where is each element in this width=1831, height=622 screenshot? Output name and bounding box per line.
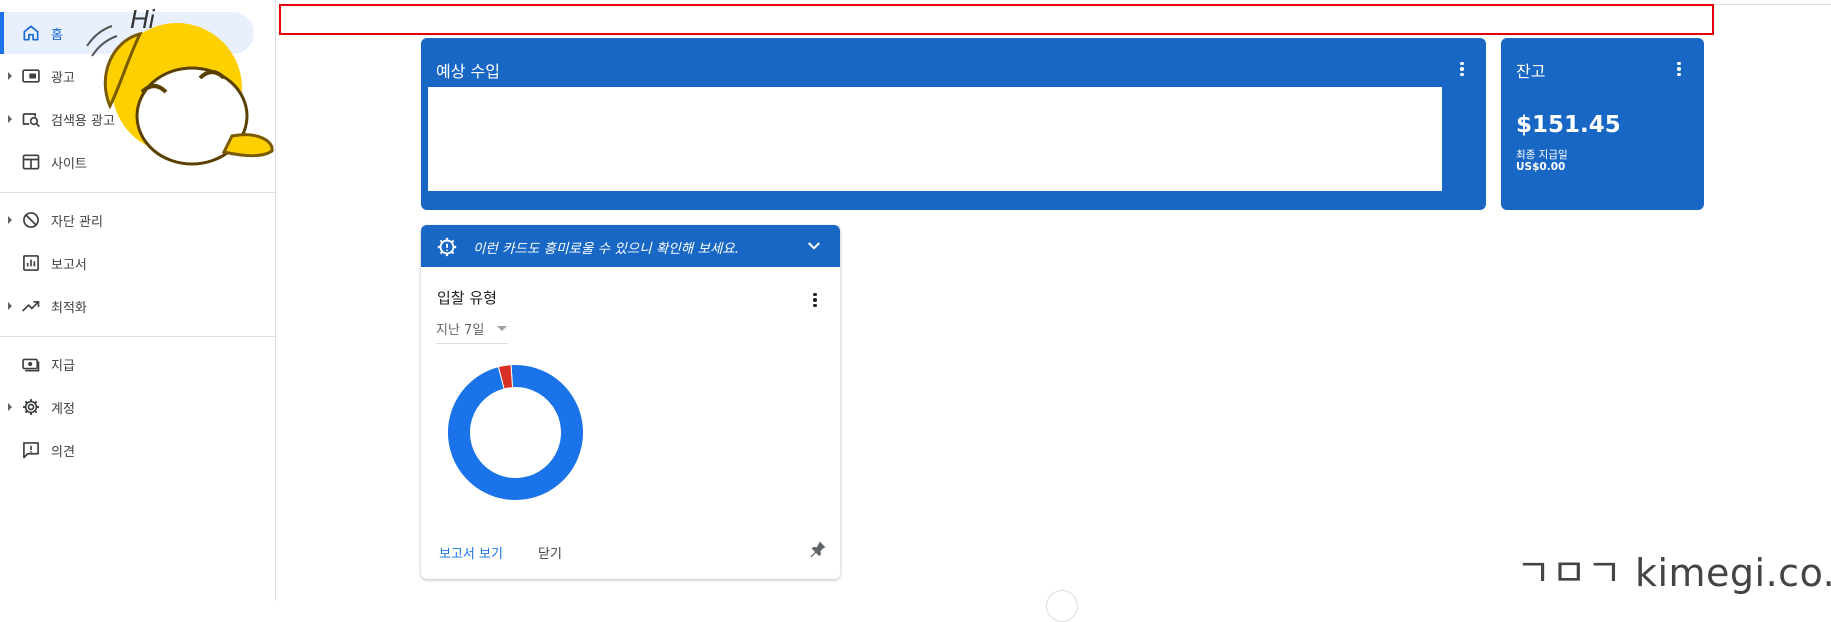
sidebar-item-sites[interactable]: 사이트 bbox=[0, 141, 260, 183]
last-payment-value: US$0.00 bbox=[1516, 161, 1566, 173]
sidebar-item-ads[interactable]: 광고 bbox=[0, 55, 260, 97]
recommendation-banner[interactable]: 이런 카드도 흥미로울 수 있으니 확인해 보세요. bbox=[421, 225, 840, 267]
sidebar-item-label: 홈 bbox=[51, 27, 63, 43]
sidebar-item-label: 계정 bbox=[51, 401, 75, 417]
sidebar-item-optimization[interactable]: 최적화 bbox=[0, 285, 260, 327]
expand-arrow-icon bbox=[8, 302, 12, 310]
bid-type-title: 입찰 유형 bbox=[437, 289, 497, 307]
balance-card-title: 잔고 bbox=[1516, 62, 1546, 81]
donut-slice-0[interactable] bbox=[447, 364, 584, 501]
expand-arrow-icon bbox=[8, 216, 12, 224]
feedback-icon bbox=[20, 439, 42, 461]
sidebar: 홈 광고 검색용 광고 사이트 자단 관리 보고서 최적화 지급 계정 의견 bbox=[0, 0, 276, 601]
balance-amount: $151.45 bbox=[1516, 112, 1621, 138]
last-payment-label: 최종 지급일 bbox=[1516, 149, 1568, 161]
earnings-card: 예상 수입 bbox=[421, 38, 1486, 210]
ads-icon bbox=[20, 65, 42, 87]
sites-icon bbox=[20, 151, 42, 173]
more-vert-icon[interactable] bbox=[805, 290, 825, 310]
period-value: 지난 7일 bbox=[436, 323, 485, 338]
expand-arrow-icon bbox=[8, 72, 12, 80]
divider bbox=[0, 192, 276, 193]
reports-icon bbox=[20, 252, 42, 274]
chevron-down-icon[interactable] bbox=[805, 237, 823, 255]
payments-icon bbox=[20, 353, 42, 375]
sidebar-item-reports[interactable]: 보고서 bbox=[0, 242, 260, 284]
sidebar-item-label: 의견 bbox=[51, 444, 75, 460]
lightbulb-gear-icon bbox=[437, 237, 457, 257]
sidebar-item-payments[interactable]: 지급 bbox=[0, 343, 260, 385]
sidebar-item-label: 지급 bbox=[51, 358, 75, 374]
trending-up-icon bbox=[20, 295, 42, 317]
sidebar-item-label: 사이트 bbox=[51, 156, 87, 172]
sidebar-item-label: 검색용 광고 bbox=[51, 113, 115, 129]
earnings-chart-area bbox=[428, 87, 1442, 191]
view-report-link[interactable]: 보고서 보기 bbox=[439, 543, 503, 562]
pin-icon[interactable] bbox=[808, 539, 828, 559]
highlight-box bbox=[279, 4, 1714, 35]
expand-arrow-icon bbox=[8, 115, 12, 123]
earnings-card-title: 예상 수입 bbox=[436, 62, 500, 81]
sidebar-item-label: 자단 관리 bbox=[51, 214, 103, 230]
sidebar-item-label: 최적화 bbox=[51, 300, 87, 316]
dropdown-arrow-icon bbox=[497, 326, 507, 331]
sidebar-item-home[interactable]: 홈 bbox=[0, 12, 254, 54]
sidebar-item-account[interactable]: 계정 bbox=[0, 386, 260, 428]
recommendation-banner-text: 이런 카드도 흥미로울 수 있으니 확인해 보세요. bbox=[473, 241, 740, 257]
home-icon bbox=[20, 22, 42, 44]
block-icon bbox=[20, 209, 42, 231]
sidebar-item-blocking[interactable]: 자단 관리 bbox=[0, 199, 260, 241]
header-divider bbox=[1714, 4, 1831, 5]
sidebar-item-search-ads[interactable]: 검색용 광고 bbox=[0, 98, 260, 140]
gear-icon bbox=[20, 396, 42, 418]
divider bbox=[0, 336, 276, 337]
balance-card: 잔고 $151.45 최종 지급일 US$0.00 bbox=[1501, 38, 1704, 210]
close-link[interactable]: 닫기 bbox=[538, 543, 562, 562]
search-ads-icon bbox=[20, 108, 42, 130]
period-dropdown[interactable]: 지난 7일 bbox=[436, 319, 508, 344]
expand-arrow-icon bbox=[8, 403, 12, 411]
more-vert-icon[interactable] bbox=[1669, 59, 1689, 79]
sidebar-item-label: 보고서 bbox=[51, 257, 87, 273]
recommendation-card: 이런 카드도 흥미로울 수 있으니 확인해 보세요. 입찰 유형 지난 7일 보… bbox=[421, 225, 840, 579]
more-vert-icon[interactable] bbox=[1452, 59, 1472, 79]
watermark-text: ㄱㅁㄱ kimegi.co.kr bbox=[1516, 551, 1831, 595]
bid-type-donut-chart bbox=[447, 364, 584, 501]
scroll-button[interactable] bbox=[1046, 590, 1078, 622]
sidebar-item-feedback[interactable]: 의견 bbox=[0, 429, 260, 471]
sidebar-item-label: 광고 bbox=[51, 70, 75, 86]
